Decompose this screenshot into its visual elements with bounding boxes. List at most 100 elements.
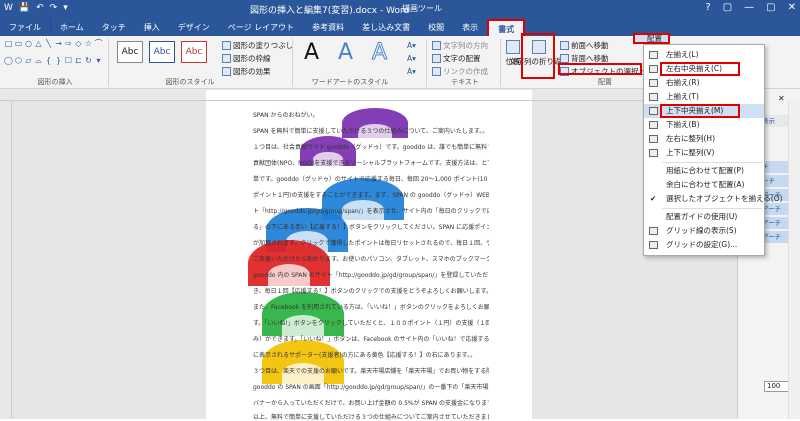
- text-line: gooddo 内の SPAN のサイト「http://gooddo.jp/gd/…: [253, 272, 489, 279]
- window-controls: ? ▢ — ▢ ✕: [705, 2, 796, 13]
- menu-item-align-top[interactable]: 上揃え(T): [644, 90, 764, 104]
- tab-home[interactable]: ホーム: [51, 19, 93, 36]
- maximize-icon[interactable]: ▢: [766, 2, 775, 13]
- text-line: SPAN からのおねがい。: [253, 112, 319, 119]
- text-line: 単です。gooddo（グッドゥ）のサイトで応援する毎日、毎回 20～1,000 …: [253, 176, 488, 183]
- wordart-style-1[interactable]: A: [304, 40, 319, 66]
- text-line: SPAN を無料で簡単に支援していただける３つの仕組みについて、ご案内いたします…: [253, 128, 489, 135]
- tab-review[interactable]: 校閲: [419, 19, 453, 36]
- shape-item[interactable]: □: [4, 39, 13, 48]
- shape-item[interactable]: ◇: [74, 39, 83, 48]
- tab-mailings[interactable]: 差し込み文書: [353, 19, 419, 36]
- shape-item[interactable]: △: [34, 39, 43, 48]
- menu-item-distribute-vertical[interactable]: 上下に整列(V): [644, 146, 764, 160]
- align-middle-highlight: [660, 104, 740, 118]
- shapes-gallery[interactable]: □ ▭ ○ △ ╲ → ⇨ ◇ ☆ ⌒ ◯ ⬡ ▱ ⌓{} ☐ ⊏ ↻ ▾: [4, 39, 104, 71]
- shape-item[interactable]: ╲: [44, 39, 53, 48]
- shape-style-3[interactable]: Abc: [181, 41, 207, 63]
- menu-item-align-to-margin[interactable]: 余白に合わせて配置(A): [644, 178, 764, 192]
- shape-item[interactable]: ⇨: [64, 39, 73, 48]
- text-line: バナーから入っていただくだけで、お買い上げ金額の 0.5%が SPAN の支援金…: [253, 400, 489, 407]
- close-icon[interactable]: ✕: [788, 2, 796, 13]
- shape-item[interactable]: ↻: [84, 56, 93, 65]
- minimize-icon[interactable]: —: [744, 2, 754, 13]
- shape-item[interactable]: ▱: [24, 56, 33, 65]
- shape-item[interactable]: ◯: [4, 56, 13, 65]
- shape-item[interactable]: ▾: [94, 56, 103, 65]
- text-fill-icon[interactable]: A▾: [407, 41, 416, 50]
- text-effects-icon[interactable]: A▾: [407, 67, 416, 76]
- distribute-vertical-icon: [649, 149, 658, 157]
- arrange-align-button[interactable]: 配置: [633, 33, 670, 44]
- text-line: る」の下にある赤い【応援する！】ボタンをクリックしてください。SPAN に応援ポ…: [253, 224, 489, 231]
- ribbon-display-icon[interactable]: ▢: [723, 2, 732, 13]
- align-center-icon: [649, 65, 658, 73]
- text-line: ３つ目は、楽天での支援のお願いです。楽天市場店舗を「楽天市場」でお買い物をする際…: [253, 368, 489, 375]
- arch-shape-green[interactable]: [262, 292, 344, 336]
- send-backward-icon: [560, 54, 569, 63]
- group-divider: [292, 39, 293, 87]
- shape-item[interactable]: →: [54, 39, 63, 48]
- create-link-button[interactable]: リンクの作成: [432, 66, 488, 77]
- help-icon[interactable]: ?: [705, 2, 710, 13]
- wrap-text-highlight: [521, 33, 555, 79]
- menu-item-align-left[interactable]: 左揃え(L): [644, 48, 764, 62]
- tab-file[interactable]: ファイル: [0, 19, 51, 36]
- pane-close-icon[interactable]: ✕: [778, 94, 785, 103]
- align-text-button[interactable]: 文字の配置: [432, 53, 481, 64]
- shape-style-1[interactable]: Abc: [117, 41, 143, 63]
- document-title: 図形の挿入と編集7(変習).docx - Word: [250, 6, 410, 16]
- menu-item-align-to-page[interactable]: 用紙に合わせて配置(P): [644, 164, 764, 178]
- customize-qat-icon[interactable]: ▾: [63, 3, 68, 13]
- title-bar: W 💾 ↶ ↷ ▾ 図形の挿入と編集7(変習).docx - Word 描画ツー…: [0, 0, 800, 19]
- bring-forward-icon: [560, 41, 569, 50]
- shape-item[interactable]: ⌒: [94, 39, 103, 48]
- menu-item-distribute-horizontal[interactable]: 左右に整列(H): [644, 132, 764, 146]
- menu-item-use-guides[interactable]: 配置ガイドの使用(U): [644, 210, 764, 224]
- tab-insert[interactable]: 挿入: [135, 19, 169, 36]
- quick-access-toolbar: W 💾 ↶ ↷ ▾: [4, 3, 68, 13]
- save-icon[interactable]: 💾: [19, 3, 30, 13]
- menu-item-align-right[interactable]: 右揃え(R): [644, 76, 764, 90]
- shape-item[interactable]: }: [54, 56, 63, 65]
- tab-format[interactable]: 書式: [487, 19, 526, 36]
- shape-outline-button[interactable]: 図形の枠線: [222, 53, 271, 64]
- shape-style-2[interactable]: Abc: [149, 41, 175, 63]
- tab-references[interactable]: 参考資料: [303, 19, 353, 36]
- shape-fill-button[interactable]: 図形の塗りつぶし: [222, 40, 293, 51]
- shape-item[interactable]: ☆: [84, 39, 93, 48]
- group-divider: [426, 39, 427, 87]
- shape-item[interactable]: ⌓: [34, 56, 43, 65]
- bring-forward-button[interactable]: 前面へ移動: [560, 40, 609, 51]
- text-direction-button[interactable]: 文字列の方向: [432, 40, 488, 51]
- tab-view[interactable]: 表示: [453, 19, 487, 36]
- gridlines-icon: [649, 227, 658, 235]
- align-text-icon: [432, 54, 441, 63]
- menu-item-grid-settings[interactable]: グリッドの設定(G)...: [644, 238, 764, 252]
- tab-page-layout[interactable]: ページ レイアウト: [219, 19, 303, 36]
- menu-divider: [662, 208, 762, 209]
- wordart-style-3[interactable]: A: [371, 40, 387, 66]
- menu-item-align-selected[interactable]: ✔ 選択したオブジェクトを揃える(O): [644, 192, 783, 206]
- shape-effects-button[interactable]: 図形の効果: [222, 66, 271, 77]
- tab-design[interactable]: デザイン: [169, 19, 219, 36]
- shape-item[interactable]: {: [44, 56, 53, 65]
- tab-touch[interactable]: タッチ: [93, 19, 135, 36]
- arch-shape-yellow[interactable]: [262, 340, 344, 384]
- shape-item[interactable]: ⬡: [14, 56, 23, 65]
- text-line: １つ目は、社会貢献サイト gooddo（グッドゥ）です。gooddo は、誰でも…: [253, 144, 489, 151]
- text-outline-icon[interactable]: A▾: [407, 54, 416, 63]
- text-line: ト「http://gooddo.jp/gd/group/span/」を表示させ、…: [253, 208, 489, 215]
- menu-item-show-gridlines[interactable]: グリッド線の表示(S): [644, 224, 764, 238]
- redo-icon[interactable]: ↷: [50, 3, 58, 13]
- link-icon: [432, 67, 441, 76]
- vertical-scrollbar[interactable]: [788, 101, 800, 419]
- vertical-ruler[interactable]: [0, 101, 12, 419]
- shape-item[interactable]: ○: [24, 39, 33, 48]
- shape-item[interactable]: ⊏: [74, 56, 83, 65]
- wordart-style-2[interactable]: A: [338, 40, 353, 66]
- shape-item[interactable]: ▭: [14, 39, 23, 48]
- undo-icon[interactable]: ↶: [36, 3, 44, 13]
- menu-item-align-bottom[interactable]: 下揃え(B): [644, 118, 764, 132]
- shape-item[interactable]: ☐: [64, 56, 73, 65]
